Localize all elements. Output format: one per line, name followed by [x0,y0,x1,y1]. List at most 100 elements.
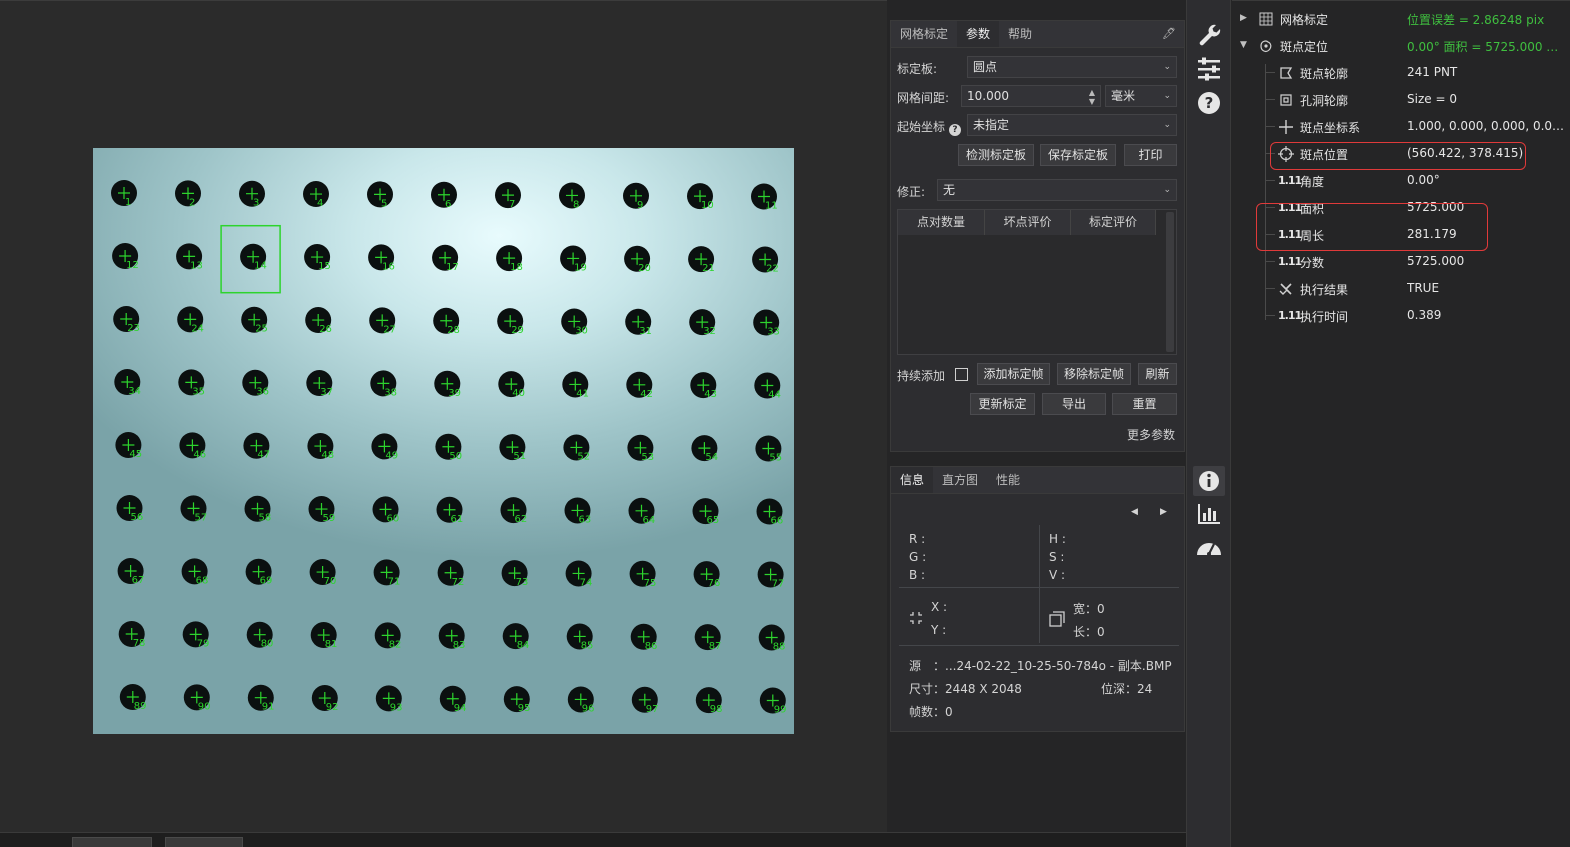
calibration-dot[interactable]: 44 [754,372,781,401]
calibration-dot[interactable]: 80 [246,621,274,650]
board-select[interactable]: 圆点 ⌄ [967,56,1177,78]
calibration-dot[interactable]: 49 [371,433,398,461]
calibration-dot[interactable]: 52 [563,434,590,462]
calibration-dot[interactable]: 93 [375,685,403,713]
calibration-dot[interactable]: 92 [311,685,339,713]
calibration-dot[interactable]: 14 [240,243,267,272]
next-arrow-icon[interactable]: ▶ [1160,507,1167,517]
calibration-dot[interactable]: 56 [116,495,144,523]
calibration-dot[interactable]: 41 [562,371,589,399]
calibration-dot[interactable]: 77 [757,561,785,590]
calibration-dot[interactable]: 79 [182,621,210,649]
calibration-dot[interactable]: 60 [372,496,400,524]
calibration-dot[interactable]: 51 [499,434,526,462]
col-calibration-eval[interactable]: 标定评价 [1071,210,1156,235]
calibration-dot[interactable]: 96 [567,686,595,714]
prev-arrow-icon[interactable]: ◀ [1131,507,1138,517]
calibration-dot[interactable]: 91 [247,684,275,713]
tab-info[interactable]: 信息 [891,467,934,493]
histogram-icon[interactable] [1193,499,1225,529]
calibration-dot[interactable]: 76 [693,561,721,589]
help-icon[interactable]: ? [949,124,962,136]
calibration-dot[interactable]: 88 [758,624,786,653]
calibration-dot[interactable]: 19 [560,245,587,273]
origin-select[interactable]: 未指定 ⌄ [967,114,1177,136]
calibration-dot[interactable]: 75 [629,560,657,589]
tree-node[interactable]: 斑点轮廓 241 PNT [1232,59,1570,86]
tree-node[interactable]: 1.11 分数 5725.000 [1232,248,1570,275]
calibration-dot[interactable]: 65 [692,498,720,526]
calibration-dot[interactable]: 30 [561,308,588,336]
tree-node[interactable]: 斑点坐标系 1.000, 0.000, 0.000, 0.000, ... [1232,113,1570,140]
spinner-icon[interactable]: ▲ ▼ [1089,88,1095,106]
calibration-dot[interactable]: 98 [695,687,723,715]
performance-gauge-icon[interactable] [1193,533,1225,563]
tree-node[interactable]: ▶ 网格标定 位置误差 = 2.86248 pix [1232,5,1570,32]
calibration-dot[interactable]: 6 [431,181,457,210]
calibration-dot[interactable]: 61 [436,496,464,525]
calibration-dot[interactable]: 67 [117,558,145,586]
tab-params[interactable]: 参数 [957,21,1000,47]
tree-node[interactable]: 1.11 执行时间 0.389 [1232,302,1570,329]
calibration-dot[interactable]: 31 [625,308,652,337]
remove-frame-button[interactable]: 移除标定帧 [1057,363,1131,385]
collapsed-caret-icon[interactable]: ▶ [1240,13,1247,23]
calibration-dot[interactable]: 18 [496,245,523,273]
calibration-dot[interactable]: 10 [687,183,714,211]
calibration-dot[interactable]: 16 [368,244,395,272]
expanded-caret-icon[interactable]: ▼ [1240,40,1247,50]
tab-help[interactable]: 帮助 [999,21,1041,47]
unit-select[interactable]: 毫米 ⌄ [1105,85,1177,107]
tree-node[interactable]: 孔洞轮廓 Size = 0 [1232,86,1570,113]
calibration-dot[interactable]: 73 [501,560,529,588]
tab-histogram[interactable]: 直方图 [933,467,987,493]
calibration-dot[interactable]: 39 [434,370,461,399]
calibration-dot[interactable]: 36 [242,369,269,398]
calibration-dot[interactable]: 13 [176,243,203,271]
calibration-dot[interactable]: 29 [497,308,524,336]
calibration-dot[interactable]: 9 [623,182,649,211]
calibration-dot[interactable]: 34 [114,369,141,397]
calibration-dot[interactable]: 11 [751,183,778,212]
calibration-dot[interactable]: 94 [439,685,467,714]
calibration-dot[interactable]: 38 [370,370,397,398]
calibration-dot[interactable]: 33 [753,309,780,338]
tab-grid-calibration[interactable]: 网格标定 [891,21,957,47]
add-frame-button[interactable]: 添加标定帧 [977,363,1050,385]
calibration-dot[interactable]: 81 [310,622,338,650]
calibration-dot[interactable]: 69 [245,558,273,587]
correction-select[interactable]: 无 ⌄ [937,179,1177,201]
calibration-dot[interactable]: 53 [627,434,654,463]
calibration-dot[interactable]: 4 [303,181,329,209]
calibration-dot[interactable]: 45 [115,432,142,460]
calibration-dot[interactable]: 71 [373,559,401,587]
help-circle-icon[interactable]: ? [1193,88,1225,118]
tab-performance[interactable]: 性能 [987,467,1029,493]
calibration-dot[interactable]: 82 [374,622,402,650]
calibration-dot[interactable]: 83 [438,622,466,651]
calibration-dot[interactable]: 63 [564,497,592,525]
reset-button[interactable]: 重置 [1112,393,1177,415]
calibration-dot[interactable]: 86 [630,623,658,652]
calibration-dot[interactable]: 74 [565,560,593,588]
calibration-dot[interactable]: 47 [243,432,270,461]
calibration-dot[interactable]: 15 [304,244,331,272]
tree-node[interactable]: 执行结果 TRUE [1232,275,1570,302]
calibration-dot[interactable]: 3 [239,180,265,209]
calibration-dot[interactable]: 21 [688,246,715,274]
pin-icon[interactable]: 🖊︎ [1162,27,1176,40]
calibration-dot[interactable]: 23 [113,306,140,334]
calibration-dot[interactable]: 58 [244,495,272,524]
calibration-dot[interactable]: 43 [690,372,717,400]
calibration-dot[interactable]: 5 [367,181,393,209]
calibration-dot[interactable]: 27 [369,307,396,335]
calibration-dot[interactable]: 1 [111,180,137,208]
calibration-dot[interactable]: 59 [308,496,336,524]
calibration-dot[interactable]: 62 [500,497,528,525]
info-circle-icon[interactable] [1193,466,1225,496]
calibration-dot[interactable]: 85 [566,623,594,651]
calibration-dot[interactable]: 66 [756,498,784,527]
calibration-dot[interactable]: 24 [177,306,204,334]
calibration-dot[interactable]: 55 [755,435,782,464]
calibration-dot[interactable]: 32 [689,309,716,337]
